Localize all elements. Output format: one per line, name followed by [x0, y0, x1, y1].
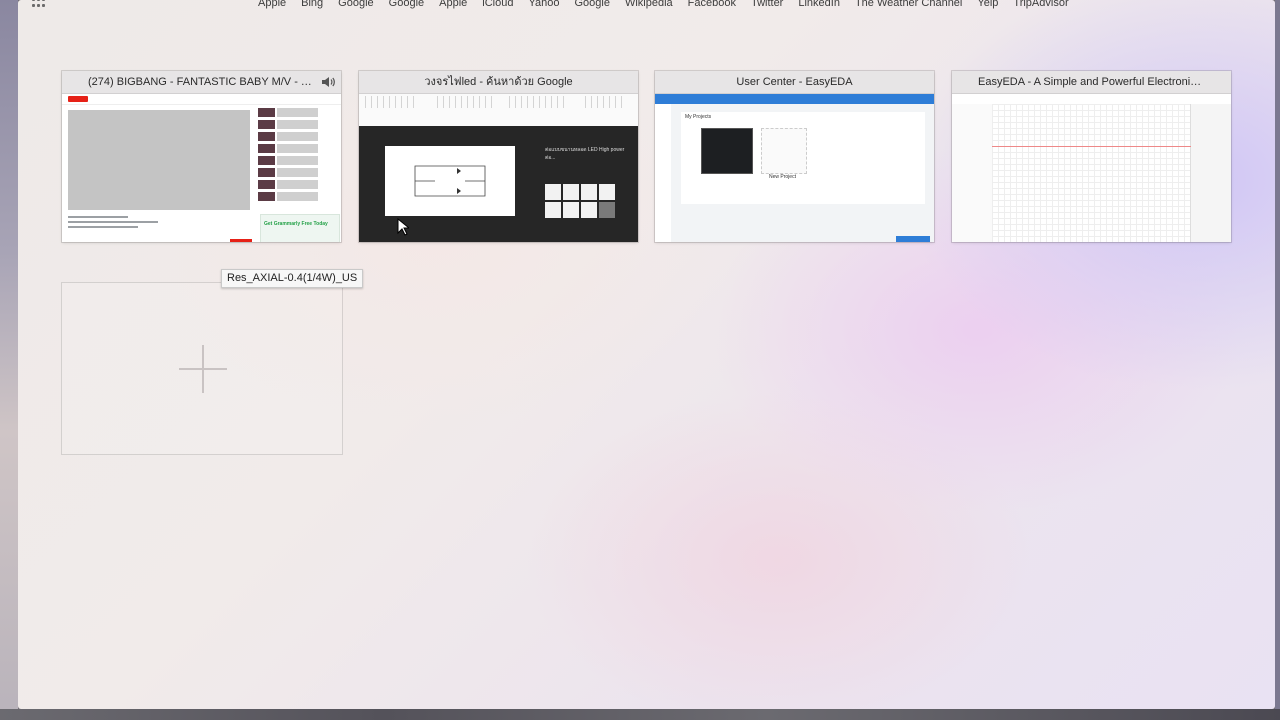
- new-tab-button[interactable]: [61, 282, 343, 455]
- favorite-link[interactable]: Twitter: [751, 0, 783, 9]
- tab-thumbnail: My Projects New Project: [655, 94, 934, 242]
- mouse-cursor-icon: [397, 218, 409, 236]
- youtube-logo-icon: [68, 96, 88, 102]
- related-images: [545, 184, 617, 218]
- favorite-link[interactable]: Yelp: [977, 0, 998, 9]
- ad-banner: [260, 214, 340, 242]
- new-project-card: [761, 128, 807, 174]
- desktop-right-edge: [1275, 0, 1280, 720]
- dock-strip: [0, 709, 1280, 720]
- image-heading: ต่อแบบขนานหลอด LED High power ต่อ...: [545, 147, 625, 161]
- favorite-link[interactable]: The Weather Channel: [855, 0, 962, 9]
- tab-card-easyeda-user-center[interactable]: User Center - EasyEDA My Projects New Pr…: [655, 71, 934, 242]
- component-library: [952, 104, 993, 242]
- favorite-link[interactable]: TripAdvisor: [1013, 0, 1068, 9]
- favorite-link[interactable]: iCloud: [482, 0, 513, 9]
- schematic-canvas: [992, 104, 1191, 242]
- favorite-link[interactable]: Google: [338, 0, 373, 9]
- video-player: [68, 110, 250, 210]
- tab-thumbnail: [952, 94, 1231, 242]
- favorite-link[interactable]: LinkedIn: [798, 0, 840, 9]
- recommended-list: [258, 108, 336, 204]
- ad-text: Get Grammarly Free Today: [264, 221, 328, 227]
- tab-title: EasyEDA - A Simple and Powerful Electron…: [952, 71, 1231, 94]
- desktop-left-edge: [0, 0, 18, 720]
- tab-title: (274) BIGBANG - FANTASTIC BABY M/V - You…: [62, 71, 341, 94]
- new-project-label: New Project: [769, 174, 796, 180]
- tab-title: วงจรไฟled - ค้นหาด้วย Google: [359, 71, 638, 94]
- favorite-link[interactable]: Wikipedia: [625, 0, 673, 9]
- favorites-links: Apple Bing Google Google Apple iCloud Ya…: [258, 0, 1084, 9]
- projects-heading: My Projects: [685, 114, 712, 120]
- favorites-grid-icon[interactable]: [32, 0, 46, 8]
- favorite-link[interactable]: Google: [574, 0, 609, 9]
- favorite-link[interactable]: Apple: [258, 0, 286, 9]
- tab-title: User Center - EasyEDA: [655, 71, 934, 94]
- favorite-link[interactable]: Google: [389, 0, 424, 9]
- circuit-image: [385, 146, 515, 216]
- favorite-link[interactable]: Yahoo: [528, 0, 559, 9]
- tab-thumbnail: Get Grammarly Free Today: [62, 94, 341, 242]
- project-thumbnail: [701, 128, 753, 174]
- speaker-icon[interactable]: [321, 75, 335, 89]
- favorite-link[interactable]: Apple: [439, 0, 467, 9]
- projects-panel: My Projects New Project: [681, 112, 925, 204]
- tooltip: Res_AXIAL-0.4(1/4W)_US: [221, 269, 364, 288]
- tab-card-google[interactable]: วงจรไฟled - ค้นหาด้วย Google ต่อแบบขนานห…: [359, 71, 638, 242]
- favorite-link[interactable]: Facebook: [688, 0, 736, 9]
- plus-icon: [179, 345, 227, 393]
- properties-panel: [1190, 104, 1231, 242]
- tab-card-easyeda-editor[interactable]: EasyEDA - A Simple and Powerful Electron…: [952, 71, 1231, 242]
- favorite-link[interactable]: Bing: [301, 0, 323, 9]
- tab-card-youtube[interactable]: (274) BIGBANG - FANTASTIC BABY M/V - You…: [62, 71, 341, 242]
